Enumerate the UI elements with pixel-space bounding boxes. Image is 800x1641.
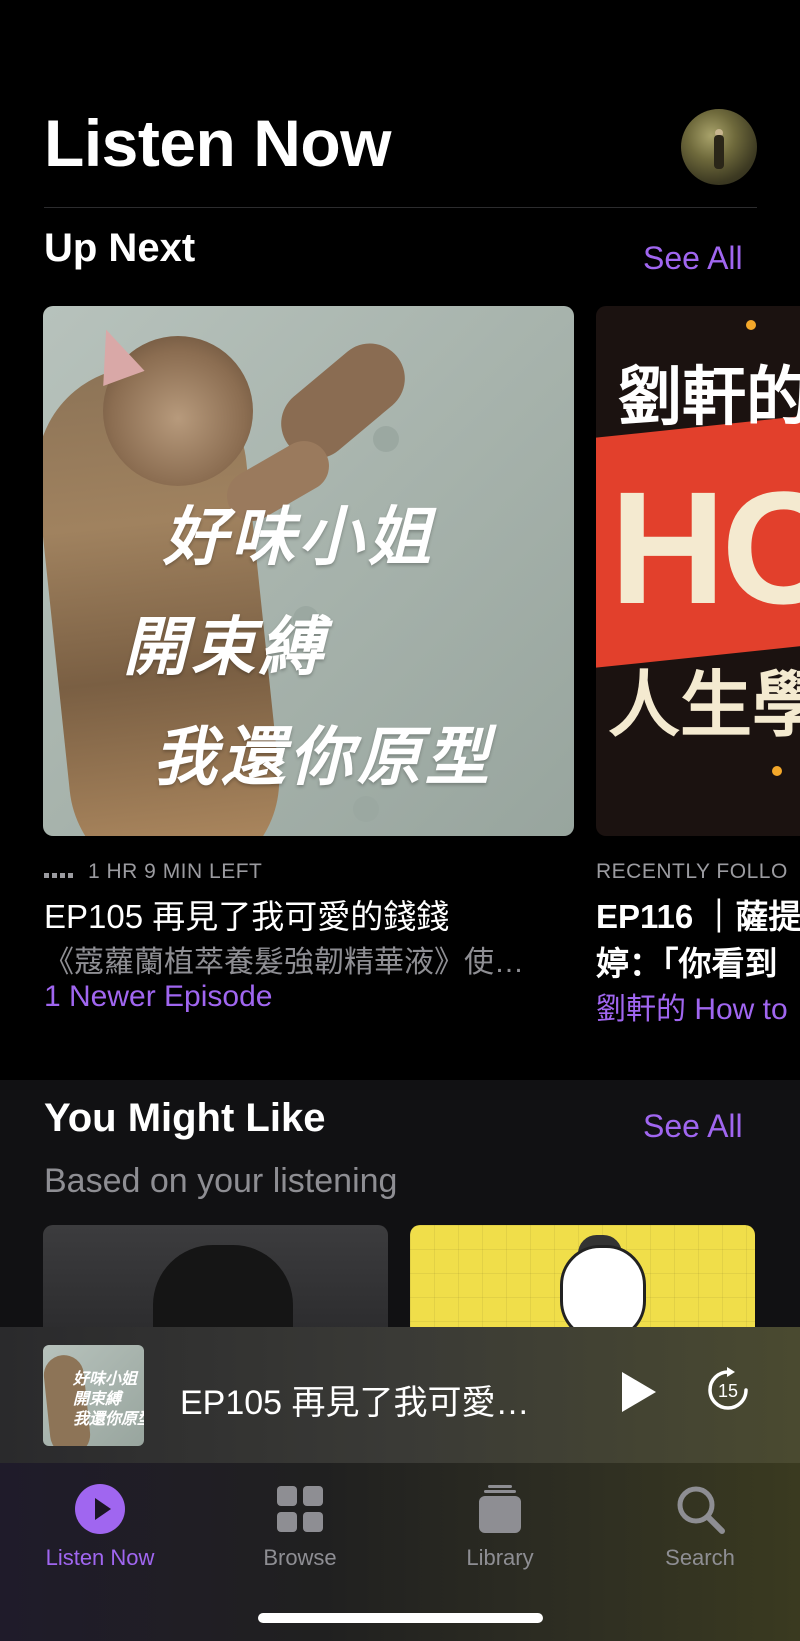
artwork-text-line: 我還你原型 xyxy=(153,720,493,795)
library-stack-icon xyxy=(479,1485,521,1533)
grid-icon xyxy=(277,1486,323,1532)
mini-artwork-text-line: 我還你原型 xyxy=(73,1409,144,1428)
artwork-dot xyxy=(772,766,782,776)
svg-text:15: 15 xyxy=(718,1381,738,1401)
tab-label: Browse xyxy=(263,1545,337,1570)
episode-artwork-2[interactable]: 劉軒的 HOW 人生學 xyxy=(596,306,800,836)
newer-episode-link[interactable]: 1 Newer Episode xyxy=(44,980,272,1014)
episode-title-1[interactable]: EP105 再見了我可愛的錢錢 xyxy=(44,890,449,938)
artwork-text-line: 人生學 xyxy=(608,666,800,746)
title-divider xyxy=(44,207,757,208)
artwork-text-line: 開束縛 xyxy=(123,610,327,685)
you-might-like-see-all-button[interactable]: See All xyxy=(643,1108,743,1145)
mini-artwork-text: 好味小姐開束縛我還你原型 xyxy=(73,1369,144,1429)
episode-meta-2: RECENTLY FOLLO xyxy=(596,860,788,883)
search-icon xyxy=(677,1486,725,1534)
mini-artwork-text-line: 好味小姐 xyxy=(73,1369,138,1388)
mini-player[interactable]: 好味小姐開束縛我還你原型 EP105 再見了我可愛… 15 xyxy=(0,1327,800,1463)
episode-artwork-1[interactable]: 好味小姐 開束縛 我還你原型 xyxy=(43,306,574,836)
tab-listen-now[interactable]: Listen Now xyxy=(0,1463,200,1583)
page-title: Listen Now xyxy=(44,106,392,180)
artwork-text-line: 好味小姐 xyxy=(163,500,435,575)
tab-label: Library xyxy=(466,1545,534,1570)
mini-player-artwork: 好味小姐開束縛我還你原型 xyxy=(43,1345,144,1446)
artwork-text-line: 劉軒的 xyxy=(618,361,800,433)
episode-description-1: 《蔻蘿蘭植萃養髮強韌精華液》使… xyxy=(44,946,524,979)
artwork-dot xyxy=(746,320,756,330)
up-next-title: Up Next xyxy=(44,226,196,270)
skip-forward-15-icon[interactable]: 15 xyxy=(705,1367,751,1413)
mini-artwork-text-line: 開束縛 xyxy=(73,1389,122,1408)
tab-search[interactable]: Search xyxy=(600,1463,800,1583)
mini-player-title: EP105 再見了我可愛… xyxy=(180,1384,530,1422)
account-avatar[interactable] xyxy=(681,109,757,185)
artwork-text-line: HOW xyxy=(610,458,800,637)
you-might-like-title: You Might Like xyxy=(44,1096,326,1140)
tab-browse[interactable]: Browse xyxy=(200,1463,400,1583)
cushion-button xyxy=(373,426,399,452)
episode-time-left: 1 HR 9 MIN LEFT xyxy=(44,860,262,884)
tab-bar: Listen Now Browse Library Search xyxy=(0,1463,800,1641)
episode-title-2[interactable]: EP116 ｜薩提 xyxy=(596,890,800,938)
cushion-button xyxy=(353,796,379,822)
episode-title-2-line2: 婷：「你看到 xyxy=(596,945,778,982)
podcast-link-2[interactable]: 劉軒的 How to xyxy=(596,984,788,1028)
tab-library[interactable]: Library xyxy=(400,1463,600,1583)
up-next-see-all-button[interactable]: See All xyxy=(643,240,743,277)
avatar-person-body xyxy=(714,135,724,169)
tab-label: Listen Now xyxy=(45,1545,155,1570)
progress-dots-icon xyxy=(44,860,76,884)
home-indicator[interactable] xyxy=(258,1613,543,1623)
you-might-like-subtitle: Based on your listening xyxy=(44,1162,398,1200)
tab-label: Search xyxy=(665,1545,735,1570)
play-circle-icon xyxy=(75,1484,125,1534)
play-button[interactable] xyxy=(622,1372,656,1412)
